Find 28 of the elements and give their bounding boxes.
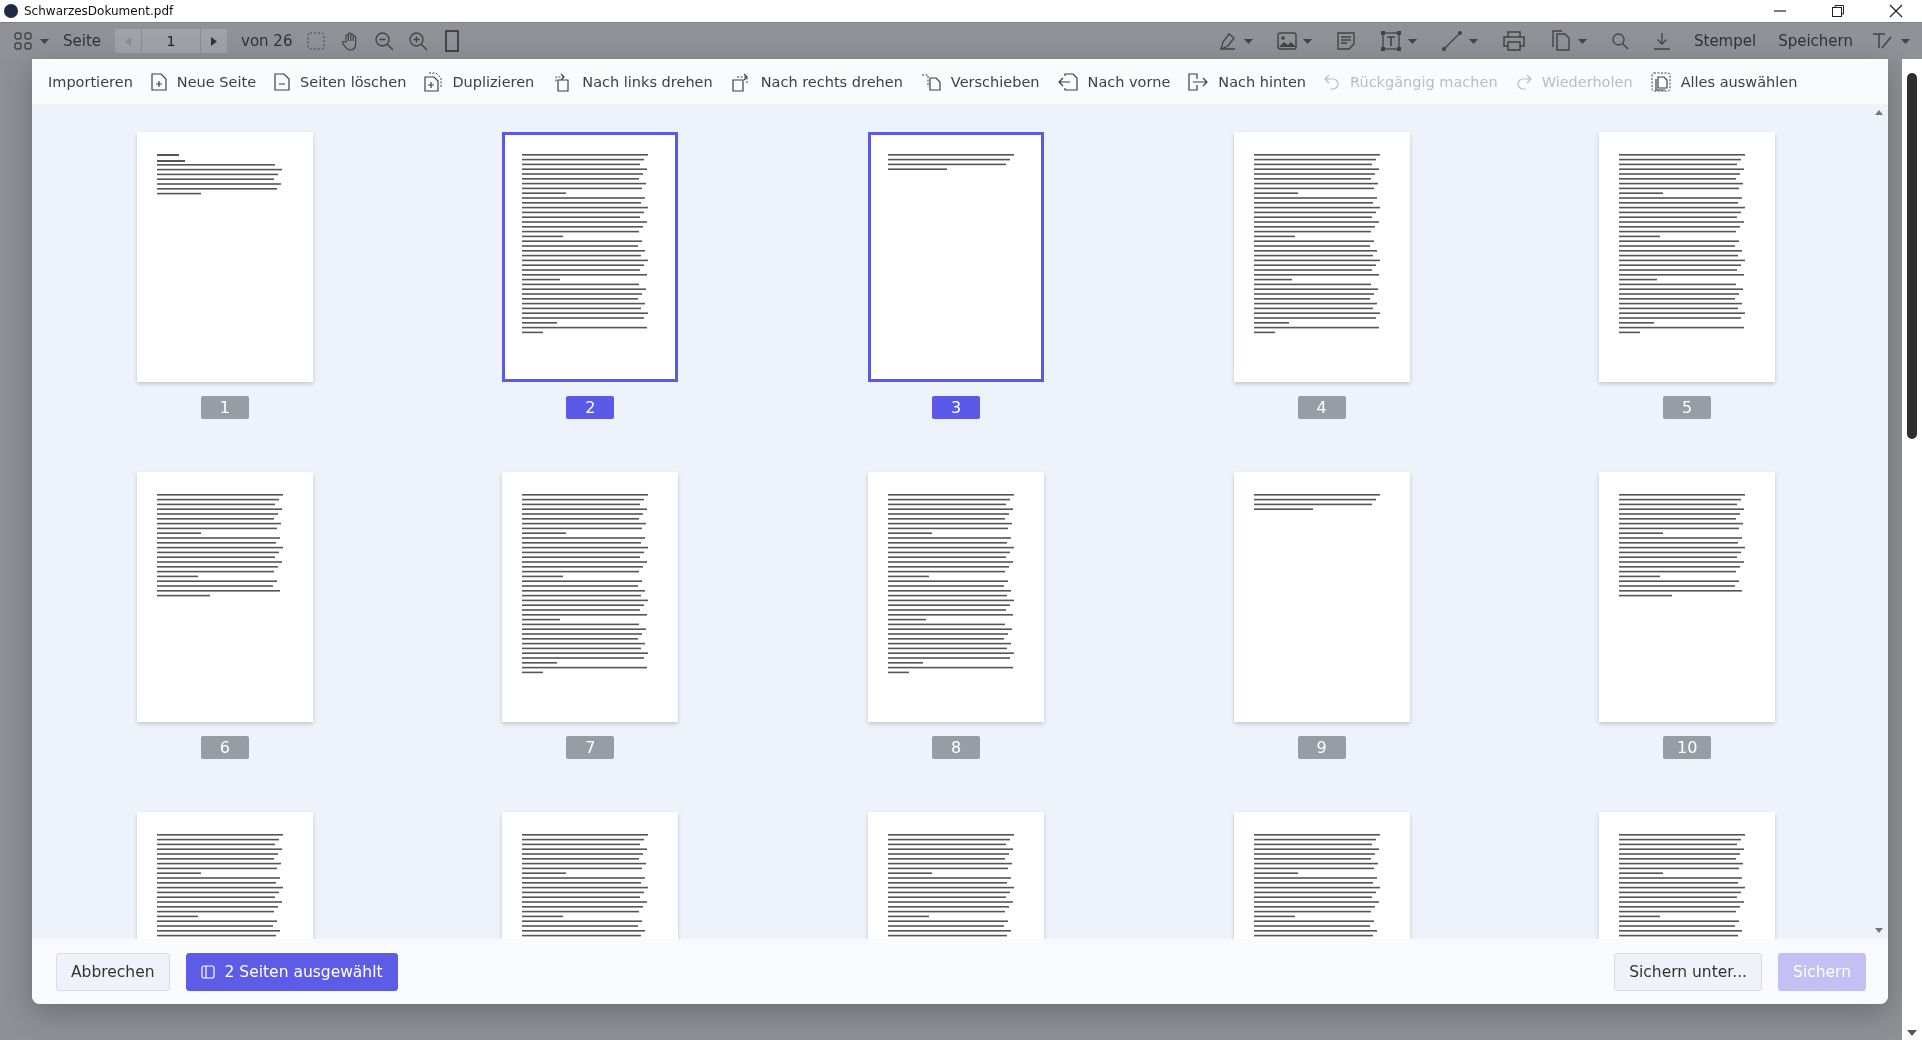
selection-count-button[interactable]: 2 Seiten ausgewählt: [185, 952, 398, 991]
toolbar-button[interactable]: Nach vorne: [1051, 68, 1177, 95]
toolbar-button[interactable]: Nach links drehen: [546, 67, 719, 96]
toolbar-button[interactable]: Neue Seite: [144, 68, 263, 95]
toolbar-button[interactable]: Duplizieren: [418, 67, 541, 96]
page-number: 2: [566, 396, 615, 419]
toolbar-button[interactable]: Seiten löschen: [268, 68, 413, 95]
cancel-button[interactable]: Abbrechen: [56, 952, 170, 991]
page-number: 9: [1297, 736, 1346, 759]
page-number: 3: [932, 396, 980, 419]
page-number: 7: [566, 736, 615, 759]
page-label: Seite: [63, 32, 102, 50]
page-number: 10: [1663, 736, 1712, 759]
toolbar-button[interactable]: Nach hinten: [1182, 68, 1313, 95]
page-number: 6: [200, 736, 249, 759]
toolbar-button[interactable]: Verschieben: [914, 68, 1046, 95]
toolbar-button[interactable]: Speichern: [1774, 32, 1857, 50]
save-as-button[interactable]: Sichern unter...: [1614, 952, 1763, 991]
page-total: von 26: [241, 32, 293, 50]
page-number: 8: [932, 736, 980, 759]
toolbar-button[interactable]: Stempel: [1690, 32, 1761, 50]
toolbar-button[interactable]: Nach rechts drehen: [724, 67, 909, 96]
toolbar-button[interactable]: Importieren: [42, 69, 139, 94]
toolbar-button[interactable]: Alles auswählen: [1644, 67, 1804, 96]
page-number: 4: [1297, 396, 1346, 419]
page-number: 1: [200, 396, 249, 419]
page-number: 5: [1663, 396, 1712, 419]
window-title: SchwarzesDokument.pdf: [24, 4, 174, 18]
